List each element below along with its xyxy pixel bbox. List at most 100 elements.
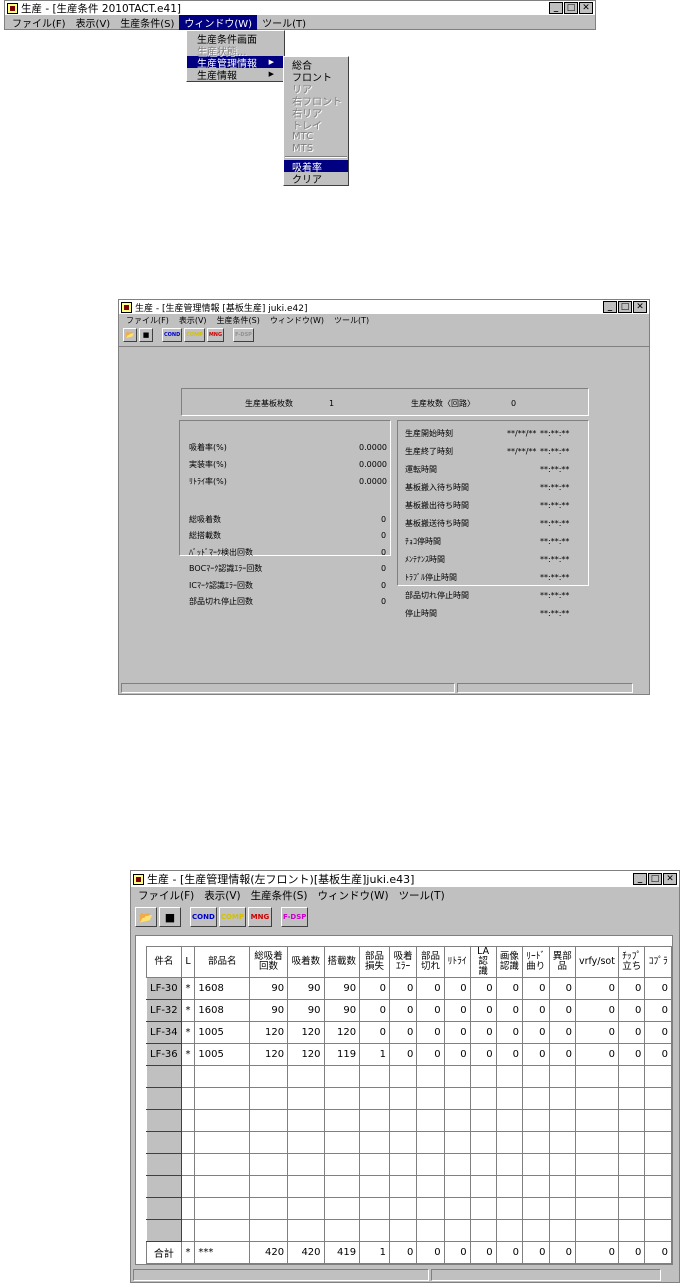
table-row[interactable]: LF-34 * 1005 120 120 120 0 0 0 0 0 0 0 0 0 0 0 bbox=[146, 1020, 672, 1044]
table-cell[interactable] bbox=[180, 1108, 196, 1132]
menu-file[interactable]: ファイル(F) bbox=[121, 315, 174, 326]
table-cell[interactable] bbox=[574, 1086, 619, 1110]
table-cell[interactable] bbox=[548, 1196, 576, 1220]
table-cell[interactable]: 0 bbox=[495, 976, 524, 1000]
table-cell[interactable]: 0 bbox=[617, 1240, 646, 1264]
row-header[interactable]: 合計 bbox=[146, 1240, 182, 1264]
table-cell[interactable]: 0 bbox=[644, 976, 672, 1000]
resize-grip-icon[interactable] bbox=[663, 1269, 677, 1281]
table-cell[interactable] bbox=[644, 1130, 672, 1154]
table-cell[interactable]: * bbox=[180, 976, 196, 1000]
save-icon[interactable]: ■ bbox=[159, 907, 181, 927]
table-cell[interactable]: 0 bbox=[644, 1020, 672, 1044]
menu-tools[interactable]: ツール(T) bbox=[329, 315, 374, 326]
table-cell[interactable]: 0 bbox=[617, 1042, 646, 1066]
table-cell[interactable] bbox=[323, 1086, 361, 1110]
row-header[interactable] bbox=[146, 1130, 182, 1154]
table-cell[interactable]: 0 bbox=[416, 1240, 445, 1264]
fdsp-button[interactable]: F-DSP bbox=[233, 328, 254, 342]
total-row[interactable]: 合計 * *** 420 420 419 1 0 0 0 0 0 0 0 0 0 0 bbox=[146, 1240, 672, 1264]
maximize-button[interactable]: □ bbox=[618, 301, 632, 313]
table-cell[interactable]: 0 bbox=[522, 976, 550, 1000]
table-cell[interactable]: 420 bbox=[287, 1240, 325, 1264]
table-cell[interactable] bbox=[248, 1152, 289, 1176]
table-cell[interactable] bbox=[180, 1196, 196, 1220]
menu-file[interactable]: ファイル(F) bbox=[7, 15, 71, 30]
table-cell[interactable] bbox=[495, 1086, 524, 1110]
table-cell[interactable] bbox=[248, 1218, 289, 1242]
table-cell[interactable] bbox=[443, 1152, 471, 1176]
table-cell[interactable] bbox=[248, 1130, 289, 1154]
table-cell[interactable]: 0 bbox=[388, 998, 418, 1022]
table-cell[interactable]: 0 bbox=[522, 998, 550, 1022]
table-cell[interactable] bbox=[388, 1196, 418, 1220]
table-cell[interactable]: 1005 bbox=[194, 1020, 250, 1044]
menu-view[interactable]: 表示(V) bbox=[71, 15, 116, 30]
table-cell[interactable]: 1 bbox=[359, 1240, 390, 1264]
table-row[interactable]: LF-36 * 1005 120 120 119 1 0 0 0 0 0 0 0 0 0 0 bbox=[146, 1042, 672, 1066]
table-cell[interactable] bbox=[574, 1064, 619, 1088]
table-cell[interactable] bbox=[644, 1218, 672, 1242]
column-header[interactable]: L bbox=[180, 946, 196, 978]
table-cell[interactable] bbox=[388, 1086, 418, 1110]
table-cell[interactable] bbox=[469, 1064, 497, 1088]
cond-button[interactable]: COND bbox=[190, 907, 217, 927]
table-cell[interactable]: * bbox=[180, 1042, 196, 1066]
table-cell[interactable]: 1005 bbox=[194, 1042, 250, 1066]
table-cell[interactable]: 0 bbox=[469, 998, 497, 1022]
table-cell[interactable]: 0 bbox=[416, 1042, 445, 1066]
table-cell[interactable] bbox=[495, 1174, 524, 1198]
maximize-button[interactable]: □ bbox=[648, 873, 662, 885]
table-cell[interactable]: 90 bbox=[323, 976, 361, 1000]
maximize-button[interactable]: □ bbox=[564, 2, 578, 14]
column-header[interactable]: ｺﾌﾟﾗ bbox=[644, 946, 672, 978]
table-cell[interactable]: 0 bbox=[574, 1042, 619, 1066]
menu-window[interactable]: ウィンドウ(W) bbox=[179, 14, 258, 30]
table-cell[interactable] bbox=[359, 1196, 390, 1220]
resize-grip-icon[interactable] bbox=[635, 683, 647, 693]
table-cell[interactable] bbox=[388, 1218, 418, 1242]
table-cell[interactable] bbox=[574, 1108, 619, 1132]
table-cell[interactable] bbox=[443, 1108, 471, 1132]
empty-table-row[interactable] bbox=[146, 1152, 672, 1176]
table-cell[interactable] bbox=[180, 1152, 196, 1176]
table-cell[interactable] bbox=[359, 1174, 390, 1198]
table-cell[interactable]: 0 bbox=[469, 976, 497, 1000]
table-cell[interactable] bbox=[180, 1064, 196, 1088]
row-header[interactable] bbox=[146, 1152, 182, 1176]
table-cell[interactable] bbox=[248, 1064, 289, 1088]
row-header[interactable] bbox=[146, 1196, 182, 1220]
row-header[interactable]: LF-34 bbox=[146, 1020, 182, 1044]
table-cell[interactable] bbox=[574, 1152, 619, 1176]
table-cell[interactable] bbox=[574, 1196, 619, 1220]
table-cell[interactable]: 0 bbox=[359, 1020, 390, 1044]
column-header[interactable]: 部品切れ bbox=[416, 946, 445, 978]
table-cell[interactable] bbox=[574, 1174, 619, 1198]
menu-window[interactable]: ウィンドウ(W) bbox=[265, 315, 329, 326]
table-cell[interactable] bbox=[644, 1064, 672, 1088]
table-cell[interactable] bbox=[469, 1108, 497, 1132]
table-cell[interactable] bbox=[522, 1196, 550, 1220]
table-cell[interactable] bbox=[495, 1064, 524, 1088]
table-cell[interactable]: 419 bbox=[323, 1240, 361, 1264]
table-cell[interactable] bbox=[548, 1064, 576, 1088]
table-cell[interactable]: 1608 bbox=[194, 998, 250, 1022]
menu-view[interactable]: 表示(V) bbox=[174, 315, 212, 326]
table-cell[interactable] bbox=[548, 1218, 576, 1242]
table-cell[interactable] bbox=[194, 1130, 250, 1154]
table-cell[interactable] bbox=[194, 1152, 250, 1176]
table-cell[interactable] bbox=[194, 1064, 250, 1088]
table-cell[interactable]: 0 bbox=[522, 1042, 550, 1066]
table-cell[interactable] bbox=[388, 1152, 418, 1176]
table-cell[interactable]: 0 bbox=[522, 1240, 550, 1264]
table-cell[interactable] bbox=[522, 1130, 550, 1154]
title-bar[interactable]: 生産 - [生産管理情報 [基板生産] juki.e42] _ □ ✕ bbox=[119, 300, 649, 314]
table-cell[interactable] bbox=[388, 1108, 418, 1132]
table-cell[interactable] bbox=[416, 1130, 445, 1154]
table-cell[interactable]: 0 bbox=[469, 1240, 497, 1264]
table-cell[interactable]: 0 bbox=[548, 976, 576, 1000]
table-cell[interactable] bbox=[416, 1152, 445, 1176]
table-cell[interactable] bbox=[416, 1064, 445, 1088]
table-cell[interactable]: 90 bbox=[287, 976, 325, 1000]
column-header[interactable]: 件名 bbox=[146, 946, 182, 978]
